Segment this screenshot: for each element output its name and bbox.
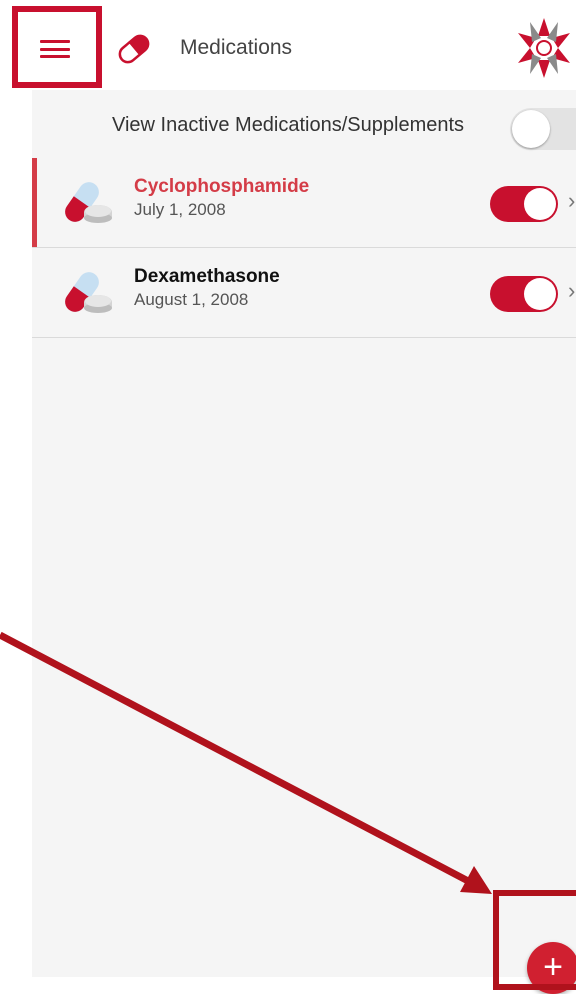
inactive-filter-toggle[interactable] bbox=[510, 108, 576, 150]
medication-list-panel: View Inactive Medications/Supplements Cy… bbox=[32, 90, 576, 977]
medication-row-dexamethasone[interactable]: Dexamethasone August 1, 2008 › bbox=[32, 248, 576, 338]
medication-active-toggle[interactable] bbox=[490, 186, 558, 222]
medication-name: Cyclophosphamide bbox=[134, 176, 310, 197]
pill-icon bbox=[118, 34, 150, 64]
pills-icon bbox=[65, 272, 112, 313]
medication-date: August 1, 2008 bbox=[134, 290, 249, 309]
menu-highlight-box bbox=[12, 6, 102, 88]
chevron-right-icon[interactable]: › bbox=[568, 278, 575, 304]
flower-logo bbox=[518, 18, 570, 78]
toggle-knob bbox=[524, 278, 556, 310]
toggle-knob bbox=[512, 110, 550, 148]
medication-date: July 1, 2008 bbox=[134, 200, 226, 219]
pills-icon bbox=[65, 182, 112, 223]
page-title: Medications bbox=[180, 36, 293, 59]
medication-active-toggle[interactable] bbox=[490, 276, 558, 312]
medication-row-cyclophosphamide[interactable]: Cyclophosphamide July 1, 2008 › bbox=[32, 158, 576, 248]
medication-name: Dexamethasone bbox=[134, 266, 280, 287]
inactive-filter-row: View Inactive Medications/Supplements bbox=[32, 90, 576, 159]
toggle-knob bbox=[524, 188, 556, 220]
inactive-filter-label: View Inactive Medications/Supplements bbox=[112, 114, 465, 136]
chevron-right-icon[interactable]: › bbox=[568, 188, 575, 214]
add-button-highlight-box bbox=[493, 890, 576, 990]
